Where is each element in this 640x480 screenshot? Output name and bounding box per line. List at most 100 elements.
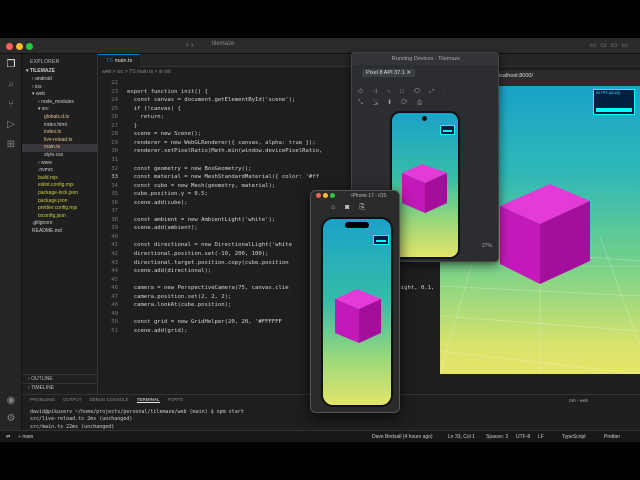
indentation[interactable]: Spaces: 2 — [486, 433, 508, 441]
code-line[interactable]: const canvas = document.getElementById('… — [127, 96, 296, 105]
explorer-sidebar: EXPLORER ▾ TILEMAZE › android › ios ▾ web ›… — [22, 54, 98, 430]
code-line[interactable]: const grid = new GridHelper(20, 20, '#FF… — [127, 318, 282, 327]
tree-item-label: tsconfig.json — [38, 212, 66, 219]
language-mode[interactable]: TypeScript — [562, 433, 586, 441]
code-line[interactable]: renderer.setPixelRatio(Math.min(window.d… — [127, 147, 323, 156]
device-tab[interactable]: Pixel 8 API 37.1 ✕ — [362, 69, 415, 77]
tree-item[interactable]: .gitignore — [22, 220, 98, 228]
code-line[interactable]: const geometry = new BoxGeometry(); — [127, 165, 252, 174]
tree-item-label: prettier.config.mjs — [38, 205, 78, 212]
timeline-section[interactable]: › TIMELINE — [22, 383, 98, 392]
code-line[interactable]: const ambient = new AmbientLight('white'… — [127, 216, 275, 225]
tree-item[interactable]: globals.d.ts — [22, 114, 98, 122]
code-line[interactable]: scene = new Scene(); — [127, 130, 201, 139]
line-number: 44 — [111, 268, 118, 275]
git-blame[interactable]: Dave Birdsall (4 hours ago) — [372, 433, 433, 441]
line-number: 43 — [111, 259, 118, 266]
run-debug-icon[interactable]: ▷ — [4, 118, 18, 132]
tree-item[interactable]: package-lock.json — [22, 190, 98, 198]
line-number: 49 — [111, 310, 118, 317]
tree-item[interactable]: › ios — [22, 84, 98, 92]
code-line[interactable]: camera.lookAt(cube.position); — [127, 301, 232, 310]
tree-item-label: android — [35, 76, 52, 82]
code-line[interactable]: scene.add(grid); — [127, 327, 188, 336]
panel-tab[interactable]: PORTS — [168, 397, 183, 402]
tree-item-label: .nvmrc — [38, 167, 53, 174]
layout-icons[interactable]: ▭▭▭▭ — [590, 41, 632, 49]
code-line[interactable]: scene.add(directional); — [127, 267, 211, 276]
line-ending[interactable]: LF — [538, 433, 544, 441]
zoom-level[interactable]: 27% — [482, 243, 492, 249]
branch-status[interactable]: ⑂ main — [18, 433, 33, 441]
panel-tab[interactable]: TERMINAL — [136, 397, 160, 403]
search-icon[interactable]: ⌕ — [4, 78, 18, 92]
tree-item[interactable]: › node_modules — [22, 99, 98, 107]
tree-item[interactable]: ▾ src — [22, 106, 98, 114]
code-line[interactable]: } — [127, 122, 137, 131]
code-line[interactable]: if (!canvas) { — [127, 105, 181, 114]
line-number: 37 — [111, 208, 118, 215]
panel-tab[interactable]: DEBUG CONSOLE — [90, 397, 129, 402]
tree-item[interactable]: ▾ web — [22, 91, 98, 99]
line-number: 41 — [111, 242, 118, 249]
tree-item[interactable]: › android — [22, 76, 98, 84]
code-line[interactable]: cube.position.y = 0.5; — [127, 190, 208, 199]
tree-root[interactable]: ▾ TILEMAZE — [22, 68, 98, 76]
tree-item[interactable]: › www — [22, 160, 98, 168]
tab-main-ts[interactable]: TS main.ts — [98, 54, 140, 67]
tree-item[interactable]: build.mjs — [22, 175, 98, 183]
source-control-icon[interactable]: ⑂ — [4, 98, 18, 112]
tree-item[interactable]: index.ts — [22, 129, 98, 137]
code-line[interactable]: directional.target.position.copy(cube.po… — [127, 259, 289, 268]
outline-section[interactable]: › OUTLINE — [22, 374, 98, 383]
close-window-button[interactable] — [6, 43, 13, 50]
panel-tab[interactable]: PROBLEMS — [30, 397, 55, 402]
line-number: 51 — [111, 327, 118, 334]
breadcrumb[interactable]: web > src > TS main.ts > ⊘ init — [102, 69, 171, 75]
encoding[interactable]: UTF-8 — [516, 433, 530, 441]
code-line[interactable]: const material = new MeshStandardMateria… — [127, 173, 319, 182]
code-line[interactable]: const directional = new DirectionalLight… — [127, 241, 292, 250]
tree-item[interactable]: main.ts — [22, 144, 98, 152]
prettier-status[interactable]: Prettier — [604, 433, 620, 441]
nav-arrows-icon[interactable]: ‹ › — [186, 40, 194, 49]
tree-item[interactable]: .nvmrc — [22, 167, 98, 175]
code-line[interactable]: scene.add(ambient); — [127, 224, 198, 233]
code-line[interactable]: directional.position.set(-10, 200, 100); — [127, 250, 269, 259]
code-line[interactable]: renderer = new WebGLRenderer({ canvas, a… — [127, 139, 316, 148]
code-line[interactable]: camera = new PerspectiveCamera(75, canva… — [127, 284, 289, 293]
line-number: 29 — [111, 139, 118, 146]
code-line[interactable]: scene.add(cube); — [127, 199, 188, 208]
tree-item[interactable]: live-reload.ts — [22, 137, 98, 145]
maximize-window-button[interactable] — [26, 43, 33, 50]
terminal-shell-label[interactable]: zsh - web — [569, 398, 588, 403]
url-bar[interactable]: localhost:8000/ — [496, 73, 533, 79]
remote-icon[interactable]: ⇄ — [6, 433, 10, 441]
account-icon[interactable]: ◉ — [4, 394, 18, 408]
minimize-window-button[interactable] — [16, 43, 23, 50]
android-phone-screen[interactable] — [390, 111, 460, 259]
tree-item[interactable]: tsconfig.json — [22, 213, 98, 221]
tree-item[interactable]: package.json — [22, 198, 98, 206]
tree-item[interactable]: style.css — [22, 152, 98, 160]
tree-item-label: README.md — [32, 228, 62, 234]
line-number: 46 — [111, 285, 118, 292]
simulator-toolbar[interactable]: ⌂ ◙ ⎘ — [331, 204, 369, 212]
code-line[interactable]: const cube = new Mesh(geometry, material… — [127, 182, 275, 191]
emulator-toolbar[interactable]: ⏻ ◁ ○ □ ⟲ ⤢ ⋮ ⤡ ⇲ ⬇ ⟳ ⎙ — [358, 87, 498, 109]
panel-tab[interactable]: OUTPUT — [63, 397, 82, 402]
iphone-screen[interactable] — [321, 217, 393, 407]
cursor-position[interactable]: Ln 33, Col 1 — [448, 433, 475, 441]
explorer-icon[interactable]: ❐ — [4, 58, 18, 72]
tree-item[interactable]: README.md — [22, 228, 98, 236]
tree-item[interactable]: index.html — [22, 122, 98, 130]
tree-item[interactable]: eslint.config.mjs — [22, 182, 98, 190]
extensions-icon[interactable]: ⊞ — [4, 138, 18, 152]
code-line[interactable]: export function init() { — [127, 88, 208, 97]
settings-gear-icon[interactable]: ⚙ — [4, 412, 18, 426]
simulator-title: iPhone 17 - iOS — [351, 193, 387, 199]
code-line[interactable]: return; — [127, 113, 164, 122]
cube — [500, 184, 590, 284]
tree-item[interactable]: prettier.config.mjs — [22, 205, 98, 213]
code-line[interactable]: camera.position.set(2, 2, 2); — [127, 293, 232, 302]
